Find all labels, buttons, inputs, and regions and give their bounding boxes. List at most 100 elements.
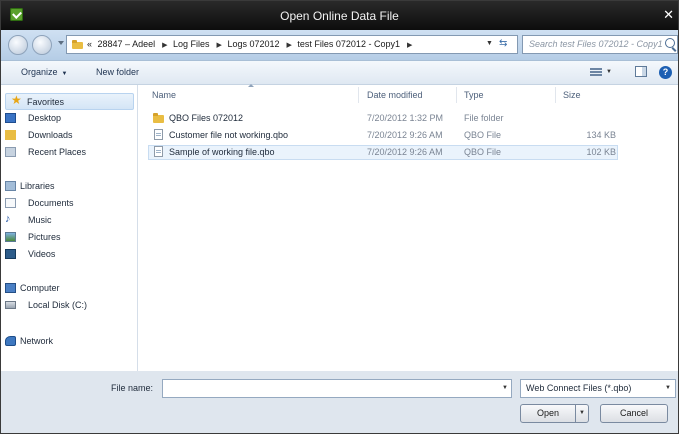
videos-icon: [5, 249, 16, 259]
file-type: File folder: [464, 113, 504, 123]
address-chevron-down-icon[interactable]: ▼: [486, 40, 493, 47]
sidebar-item-label: Recent Places: [28, 147, 87, 157]
folder-icon: [72, 39, 83, 49]
documents-icon: [5, 198, 16, 208]
chevron-down-icon: ▼: [61, 71, 68, 77]
back-button[interactable]: [8, 35, 28, 55]
file-date: 7/20/2012 1:32 PM: [367, 113, 444, 123]
organize-label: Organize: [21, 67, 58, 77]
sidebar-item-label: Network: [20, 336, 54, 346]
breadcrumb-separator-icon[interactable]: ▶: [217, 42, 222, 49]
column-header-type[interactable]: Type: [464, 90, 484, 100]
file-type-filter-value: Web Connect Files (*.qbo): [526, 383, 632, 393]
recent-pages-chevron-down-icon[interactable]: [58, 41, 64, 45]
breadcrumb-separator-icon[interactable]: ▶: [287, 42, 292, 49]
navigation-pane: ★ Favorites Desktop Downloads Recent Pla…: [1, 85, 138, 371]
file-name-input[interactable]: ▼: [162, 379, 512, 398]
file-type-filter-select[interactable]: Web Connect Files (*.qbo) ▼: [520, 379, 676, 398]
downloads-folder-icon: [5, 130, 16, 140]
pictures-icon: [5, 232, 16, 242]
breadcrumb-item[interactable]: test Files 072012 - Copy1: [297, 39, 400, 49]
file-name-chevron-down-icon[interactable]: ▼: [502, 385, 508, 391]
close-icon[interactable]: ✕: [663, 7, 674, 23]
desktop-icon: [5, 113, 16, 123]
file-name: Customer file not working.qbo: [169, 130, 289, 140]
sidebar-item-documents[interactable]: Documents: [5, 198, 74, 208]
file-date: 7/20/2012 9:26 AM: [367, 147, 443, 157]
views-chevron-down-icon[interactable]: ▼: [606, 69, 612, 75]
sidebar-item-network[interactable]: Network: [5, 336, 54, 346]
search-icon[interactable]: [665, 38, 675, 48]
column-divider[interactable]: [555, 87, 556, 103]
filter-chevron-down-icon[interactable]: ▼: [665, 385, 671, 391]
breadcrumb-separator-icon[interactable]: ▶: [407, 42, 412, 49]
column-header-date-modified[interactable]: Date modified: [367, 90, 423, 100]
sidebar-item-label: Documents: [28, 198, 74, 208]
sidebar-item-label: Favorites: [27, 97, 65, 107]
breadcrumb-item[interactable]: Log Files: [173, 39, 210, 49]
sidebar-item-label: Videos: [28, 249, 56, 259]
search-input[interactable]: Search test Files 072012 - Copy1: [522, 35, 678, 54]
sidebar-item-recent-places[interactable]: Recent Places: [5, 147, 87, 157]
sidebar-item-computer[interactable]: Computer: [5, 283, 60, 293]
breadcrumb-overflow[interactable]: «: [87, 39, 92, 49]
sidebar-item-label: Local Disk (C:): [28, 300, 88, 310]
breadcrumb[interactable]: « 28847 – Adeel ▶ Log Files ▶ Logs 072012 ▶…: [66, 35, 518, 54]
column-header-name[interactable]: Name: [152, 90, 176, 100]
sidebar-item-desktop[interactable]: Desktop: [5, 113, 62, 123]
window-title: Open Online Data File: [280, 9, 399, 23]
folder-icon: [153, 113, 164, 123]
star-icon: ★: [11, 93, 22, 107]
file-date: 7/20/2012 9:26 AM: [367, 130, 443, 140]
computer-icon: [5, 283, 16, 293]
command-toolbar: Organize ▼ New folder ▼ ?: [1, 61, 678, 85]
sidebar-item-favorites[interactable]: ★ Favorites: [5, 93, 134, 110]
file-size: 134 KB: [586, 130, 616, 140]
cancel-button[interactable]: Cancel: [600, 404, 668, 423]
sidebar-item-label: Libraries: [20, 181, 55, 191]
recent-places-icon: [5, 147, 16, 157]
file-list: Name Date modified Type Size QBO Files 0…: [138, 84, 678, 371]
sidebar-item-label: Music: [28, 215, 52, 225]
file-type: QBO File: [464, 130, 502, 140]
file-row[interactable]: Customer file not working.qbo 7/20/2012 …: [148, 128, 618, 143]
breadcrumb-item[interactable]: 28847 – Adeel: [98, 39, 156, 49]
sidebar-item-videos[interactable]: Videos: [5, 249, 56, 259]
open-options-chevron-down-icon[interactable]: ▼: [575, 404, 589, 423]
open-button[interactable]: Open: [520, 404, 576, 423]
open-file-dialog: Open Online Data File ✕ « 28847 – Adeel ▶…: [0, 0, 679, 434]
sidebar-item-libraries[interactable]: Libraries: [5, 181, 55, 191]
address-bar: « 28847 – Adeel ▶ Log Files ▶ Logs 072012 ▶…: [1, 30, 678, 61]
sidebar-item-label: Computer: [20, 283, 60, 293]
sidebar-item-pictures[interactable]: Pictures: [5, 232, 61, 242]
file-size: 102 KB: [586, 147, 616, 157]
document-icon: [154, 129, 163, 140]
sort-ascending-icon: [248, 84, 254, 87]
views-icon[interactable]: [590, 68, 602, 77]
file-row-folder[interactable]: QBO Files 072012 7/20/2012 1:32 PM File …: [148, 111, 618, 126]
sidebar-item-label: Downloads: [28, 130, 73, 140]
organize-button[interactable]: Organize ▼: [21, 67, 67, 77]
file-row-selected[interactable]: Sample of working file.qbo 7/20/2012 9:2…: [148, 145, 618, 160]
sidebar-item-music[interactable]: ♪ Music: [5, 213, 52, 225]
title-bar[interactable]: Open Online Data File ✕: [1, 1, 678, 30]
breadcrumb-separator-icon[interactable]: ▶: [162, 42, 167, 49]
libraries-icon: [5, 181, 16, 191]
breadcrumb-item[interactable]: Logs 072012: [227, 39, 279, 49]
sidebar-item-label: Pictures: [28, 232, 61, 242]
sidebar-item-label: Desktop: [28, 113, 62, 123]
sidebar-item-downloads[interactable]: Downloads: [5, 130, 73, 140]
forward-button[interactable]: [32, 35, 52, 55]
column-divider[interactable]: [358, 87, 359, 103]
column-header-size[interactable]: Size: [563, 90, 581, 100]
music-note-icon: ♪: [5, 213, 11, 225]
document-icon: [154, 146, 163, 157]
file-name: Sample of working file.qbo: [169, 147, 275, 157]
refresh-icon[interactable]: ⇆: [499, 38, 507, 49]
help-icon[interactable]: ?: [659, 66, 672, 79]
dialog-footer: File name: ▼ Web Connect Files (*.qbo) ▼…: [1, 371, 678, 433]
column-divider[interactable]: [456, 87, 457, 103]
new-folder-button[interactable]: New folder: [96, 67, 139, 77]
preview-pane-icon[interactable]: [635, 66, 647, 77]
sidebar-item-local-disk[interactable]: Local Disk (C:): [5, 300, 88, 310]
